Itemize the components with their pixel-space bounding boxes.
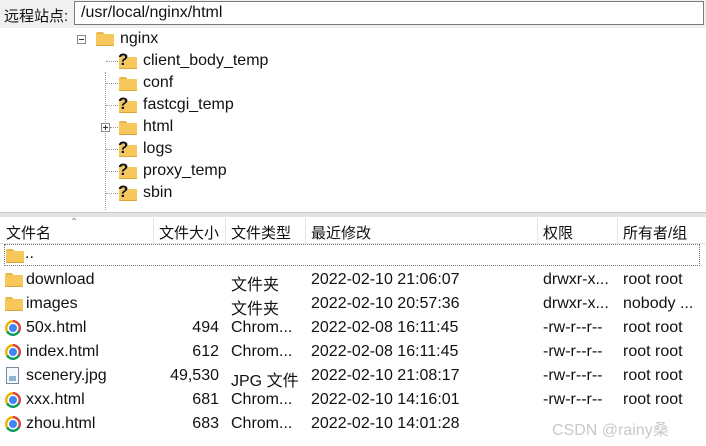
chrome-icon [5,320,21,336]
expand-toggle-icon[interactable] [101,123,110,132]
unknown-folder-icon: ? [118,94,138,114]
file-name: 50x.html [26,319,87,336]
tree-item[interactable]: ? client_body_temp [0,50,706,72]
folder-icon [96,32,114,46]
column-header-owner[interactable]: 所有者/组 [623,222,687,243]
file-name: scenery.jpg [26,367,107,384]
table-row[interactable]: download 文件夹 2022-02-10 21:06:07 drwxr-x… [0,268,706,294]
folder-icon [5,297,23,311]
file-owner: root root [623,391,683,408]
table-row[interactable]: xxx.html 681 Chrom... 2022-02-10 14:16:0… [0,388,706,412]
column-header-permissions[interactable]: 权限 [543,222,573,243]
watermark: CSDN @rainy桑 [552,422,669,439]
file-type: Chrom... [231,415,293,432]
folder-icon [118,74,138,92]
folder-icon [5,273,23,287]
file-name: images [26,295,78,312]
tree-item-label: conf [143,74,174,91]
table-row[interactable]: 50x.html 494 Chrom... 2022-02-08 16:11:4… [0,316,706,340]
tree-item[interactable]: ? sbin [0,182,706,204]
file-permissions: -rw-r--r-- [543,367,603,384]
collapse-toggle-icon[interactable] [77,35,86,44]
file-owner: root root [623,319,683,336]
file-size: 49,530 [170,367,219,384]
unknown-folder-icon: ? [118,182,138,202]
file-modified: 2022-02-10 21:08:17 [311,367,460,384]
file-modified: 2022-02-10 21:06:07 [311,271,460,288]
file-modified: 2022-02-08 16:11:45 [311,319,459,336]
pane-splitter[interactable] [0,212,706,217]
file-modified: 2022-02-08 16:11:45 [311,343,459,360]
file-size: 683 [192,415,219,432]
tree-item-label: fastcgi_temp [143,96,234,113]
file-modified: 2022-02-10 14:01:28 [311,415,460,432]
file-owner: nobody ... [623,295,694,312]
folder-icon [6,249,24,263]
column-header-name[interactable]: 文件名 [6,222,51,243]
file-size: 612 [192,343,219,360]
chrome-icon [5,416,21,432]
file-type: Chrom... [231,319,293,336]
file-permissions: drwxr-x... [543,271,609,288]
remote-site-bar: 远程站点: [0,0,706,28]
chrome-icon [5,392,21,408]
column-header-type[interactable]: 文件类型 [231,222,291,243]
table-row[interactable]: index.html 612 Chrom... 2022-02-08 16:11… [0,340,706,364]
column-header-modified[interactable]: 最近修改 [311,222,371,243]
tree-item-label: client_body_temp [143,52,269,69]
table-row[interactable]: scenery.jpg 49,530 JPG 文件 2022-02-10 21:… [0,364,706,390]
file-permissions: drwxr-x... [543,295,609,312]
file-name: download [26,271,95,288]
file-permissions: -rw-r--r-- [543,343,603,360]
table-row[interactable]: images 文件夹 2022-02-10 20:57:36 drwxr-x..… [0,292,706,318]
file-name: index.html [26,343,99,360]
tree-item[interactable]: ? logs [0,138,706,160]
parent-directory-label: .. [25,245,34,262]
jpg-file-icon [6,367,19,384]
file-size: 494 [192,319,219,336]
remote-directory-tree: nginx ? client_body_temp conf ? fastcgi_… [0,28,706,210]
column-header-size[interactable]: 文件大小 [159,222,219,243]
file-name: zhou.html [26,415,96,432]
sort-ascending-icon: ⌃ [70,217,79,228]
file-list-header: ⌃ 文件名 文件大小 文件类型 最近修改 权限 所有者/组 [0,217,706,244]
file-modified: 2022-02-10 14:16:01 [311,391,460,408]
folder-icon [118,118,138,136]
tree-item-label: sbin [143,184,173,201]
tree-item[interactable]: ? fastcgi_temp [0,94,706,116]
remote-path-input[interactable] [74,1,704,25]
tree-item-label: proxy_temp [143,162,227,179]
file-type: Chrom... [231,391,293,408]
file-name: xxx.html [26,391,85,408]
chrome-icon [5,344,21,360]
tree-item-label: html [143,118,174,135]
file-size: 681 [192,391,219,408]
file-owner: root root [623,271,683,288]
file-owner: root root [623,343,683,360]
tree-item[interactable]: ? proxy_temp [0,160,706,182]
file-modified: 2022-02-10 20:57:36 [311,295,460,312]
unknown-folder-icon: ? [118,50,138,70]
tree-item-label: logs [143,140,173,157]
unknown-folder-icon: ? [118,160,138,180]
file-permissions: -rw-r--r-- [543,391,603,408]
unknown-folder-icon: ? [118,138,138,158]
tree-item[interactable]: conf [0,72,706,94]
parent-directory-row[interactable]: .. [0,244,706,268]
file-type: Chrom... [231,343,293,360]
tree-item-nginx[interactable]: nginx [120,30,158,48]
file-owner: root root [623,367,683,384]
remote-site-label: 远程站点: [4,8,69,25]
file-permissions: -rw-r--r-- [543,319,603,336]
tree-item[interactable]: html [0,116,706,138]
